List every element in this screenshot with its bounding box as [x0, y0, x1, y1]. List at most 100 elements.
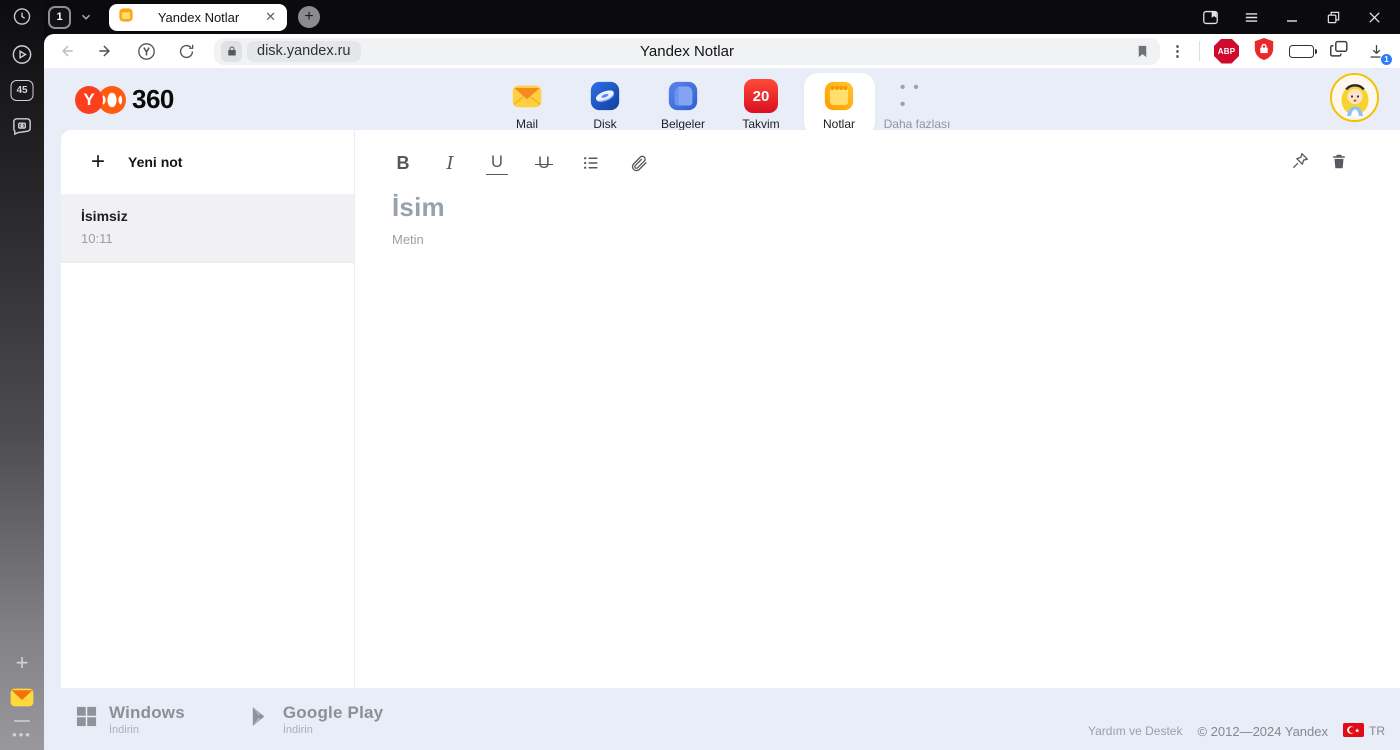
lock-icon[interactable] — [221, 40, 242, 62]
battery-icon[interactable] — [1289, 44, 1317, 58]
minimize-icon[interactable] — [1280, 5, 1304, 29]
app-notes[interactable]: Notlar — [803, 73, 875, 136]
yandex-logo-icon: Y — [75, 85, 103, 114]
copyright: © 2012—2024 Yandex — [1197, 723, 1328, 739]
new-tab-button[interactable]: + — [298, 6, 320, 28]
screenshot-camera-icon[interactable] — [11, 114, 34, 137]
yandex360-page: Y 360 Mail Disk Belgeler 20 Takvim Notlar • • … — [44, 68, 1400, 750]
format-toolbar: B I U U — [392, 151, 1400, 175]
close-icon[interactable] — [1362, 5, 1386, 29]
app-label: Mail — [515, 117, 538, 131]
disk-app-icon — [588, 79, 622, 113]
yandex-mail-icon[interactable] — [9, 684, 36, 711]
more-dots-icon[interactable]: ••• — [12, 727, 32, 742]
new-note-button[interactable]: + Yeni not — [61, 130, 354, 195]
tab-counter[interactable]: 1 — [48, 5, 71, 29]
content-card: + Yeni not İsimsiz 10:11 B I U U İsim Me… — [61, 130, 1400, 688]
docs-app-icon — [666, 79, 700, 113]
app-label: Belgeler — [660, 117, 706, 131]
note-actions — [1290, 151, 1348, 176]
url-text[interactable]: disk.yandex.ru — [247, 40, 361, 62]
video-play-icon[interactable] — [11, 43, 34, 66]
toolbar-extensions: ⋮ ABP 1 — [1170, 37, 1393, 66]
plus-icon: + — [91, 148, 106, 175]
app-mail[interactable]: Mail — [492, 73, 563, 136]
badge-title: Windows — [109, 702, 185, 722]
yandex-browser-icon[interactable] — [134, 39, 158, 63]
note-title-input[interactable]: İsim — [392, 192, 1400, 223]
language-switcher[interactable]: ★ TR — [1343, 722, 1385, 740]
panels-icon[interactable] — [1328, 38, 1350, 65]
badge-subtitle: İndirin — [109, 723, 139, 736]
app-disk[interactable]: Disk — [570, 73, 641, 136]
windows-icon — [75, 705, 98, 733]
notes-favicon-icon — [118, 7, 134, 28]
underline-button[interactable]: U — [486, 151, 508, 175]
note-body-input[interactable]: Metin — [392, 232, 1400, 247]
history-clock-icon[interactable] — [12, 6, 33, 27]
tab-title: Yandex Notlar — [157, 9, 240, 25]
mail-app-icon — [510, 79, 544, 113]
browser-toolbar: disk.yandex.ru Yandex Notlar ⋮ ABP 1 — [44, 34, 1400, 68]
tab-close-icon[interactable]: ✕ — [263, 9, 278, 25]
chevron-down-icon[interactable] — [79, 10, 93, 24]
delete-button[interactable] — [1330, 152, 1348, 176]
notes-panel: + Yeni not İsimsiz 10:11 — [61, 130, 355, 688]
tab-count-label: 1 — [50, 7, 69, 27]
bullet-list-button[interactable] — [580, 151, 602, 175]
app-more[interactable]: • • • Daha fazlası — [882, 73, 953, 136]
calendar-date: 20 — [744, 79, 778, 113]
bookmark-icon[interactable] — [1135, 44, 1150, 59]
attach-button[interactable] — [627, 151, 649, 175]
avatar[interactable] — [1330, 73, 1379, 122]
bold-button[interactable]: B — [392, 151, 414, 175]
badge-subtitle: İndirin — [282, 723, 313, 736]
pin-button[interactable] — [1290, 151, 1310, 176]
address-bar[interactable]: disk.yandex.ru Yandex Notlar — [214, 37, 1160, 65]
window-controls — [1198, 5, 1400, 29]
back-icon[interactable] — [54, 39, 78, 63]
note-item-title: İsimsiz — [81, 208, 128, 224]
app-docs[interactable]: Belgeler — [648, 73, 719, 136]
italic-button[interactable]: I — [439, 151, 461, 175]
note-list-item[interactable]: İsimsiz 10:11 — [61, 195, 354, 263]
refresh-icon[interactable] — [174, 39, 198, 63]
note-editor[interactable]: B I U U İsim Metin — [355, 130, 1400, 688]
page-footer: Windows İndirin Google Play İndirin Yardım … — [44, 688, 1400, 750]
security-shield-icon[interactable] — [1253, 37, 1275, 66]
app-label: Notlar — [822, 117, 855, 131]
forward-icon[interactable] — [94, 39, 118, 63]
download-badge: 1 — [1380, 53, 1393, 66]
help-link[interactable]: Yardım ve Destek — [1088, 724, 1182, 738]
more-app-icon: • • • — [900, 79, 921, 113]
abp-extension-icon[interactable]: ABP — [1214, 38, 1239, 64]
toolbar-divider — [1199, 41, 1200, 61]
language-label: TR — [1369, 724, 1385, 738]
tab-bar: 1 Yandex Notlar ✕ + — [0, 0, 1400, 34]
gplay-icon — [249, 705, 272, 733]
restore-icon[interactable] — [1321, 5, 1345, 29]
download-icon[interactable]: 1 — [1364, 39, 1393, 66]
app-label: Daha fazlası — [883, 117, 951, 131]
badge-45-icon[interactable]: 45 — [10, 80, 34, 101]
note-item-time: 10:11 — [81, 231, 113, 246]
side-panel-toggle-icon[interactable] — [1198, 5, 1222, 29]
new-note-label: Yeni not — [128, 154, 183, 170]
rail-divider — [14, 720, 30, 722]
browser-window: 1 Yandex Notlar ✕ + 45 + ••• disk.yandex… — [0, 0, 1400, 750]
kebab-menu-icon[interactable]: ⋮ — [1170, 42, 1185, 60]
store-badges: Windows İndirin Google Play İndirin — [75, 703, 383, 736]
app-calendar[interactable]: 20 Takvim — [726, 73, 797, 136]
strikethrough-button[interactable]: U — [533, 151, 555, 175]
apps-nav: Mail Disk Belgeler 20 Takvim Notlar • • • Daha … — [44, 73, 1400, 136]
badge-title: Google Play — [282, 702, 384, 722]
active-tab[interactable]: Yandex Notlar ✕ — [109, 3, 287, 31]
svg-text:★: ★ — [1355, 727, 1360, 734]
calendar-app-icon: 20 — [744, 79, 778, 113]
footer-meta: Yardım ve Destek © 2012—2024 Yandex ★ TR — [1088, 699, 1385, 740]
gplay-download-badge[interactable]: Google Play İndirin — [249, 703, 383, 736]
windows-download-badge[interactable]: Windows İndirin — [75, 703, 185, 736]
menu-icon[interactable] — [1239, 5, 1263, 29]
plus-icon[interactable]: + — [16, 650, 29, 676]
page-header: Y 360 Mail Disk Belgeler 20 Takvim Notlar • • … — [44, 68, 1400, 136]
